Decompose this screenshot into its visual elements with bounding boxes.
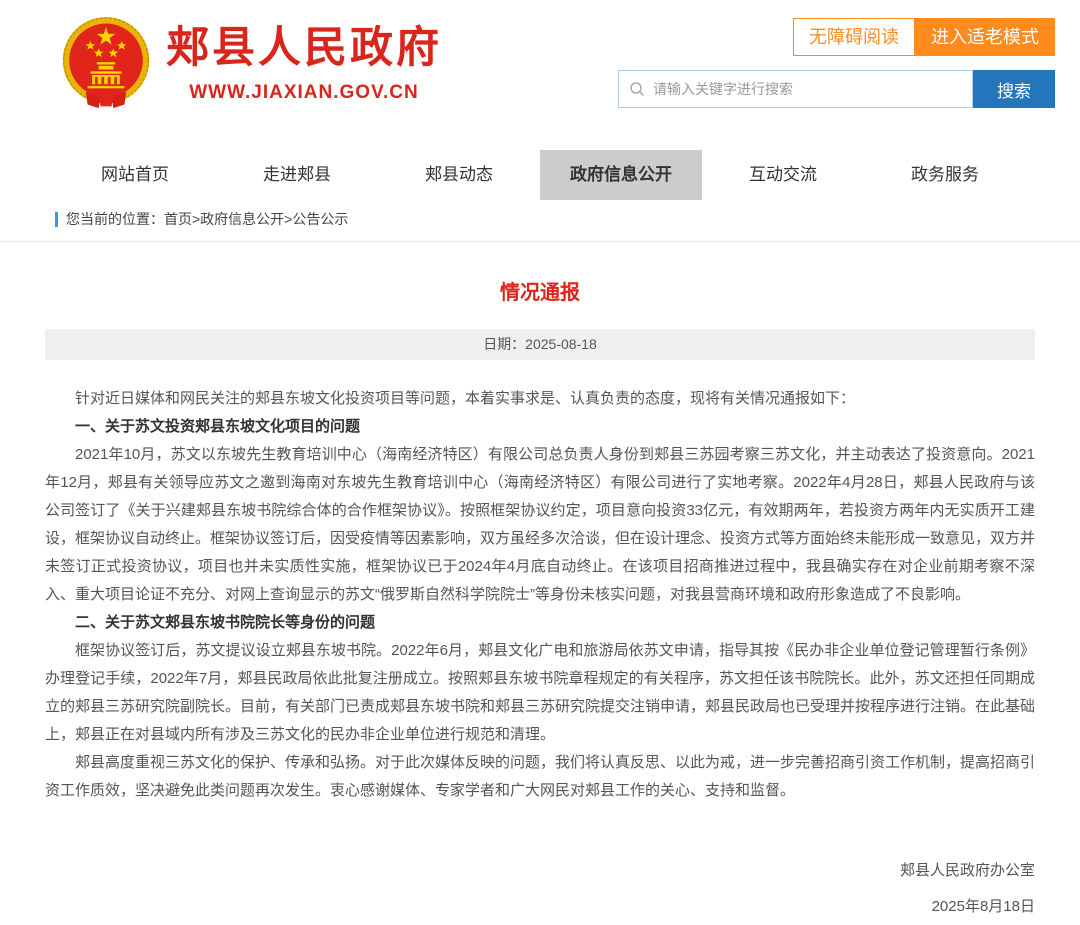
nav-item-3[interactable]: 政府信息公开 xyxy=(540,150,702,200)
nav-item-2[interactable]: 郏县动态 xyxy=(378,150,540,200)
breadcrumb: 您当前的位置：首页>政府信息公开>公告公示 xyxy=(55,209,1080,229)
signature-line: 2025年8月18日 xyxy=(45,889,1035,925)
main-nav: 网站首页走进郏县郏县动态政府信息公开互动交流政务服务 xyxy=(0,150,1080,200)
section-heading: 一、关于苏文投资郏县东坡文化项目的问题 xyxy=(45,413,1035,441)
section-divider xyxy=(0,241,1080,242)
nav-item-5[interactable]: 政务服务 xyxy=(864,150,1026,200)
nav-item-4[interactable]: 互动交流 xyxy=(702,150,864,200)
article: 情况通报 日期：2025-08-18 针对近日媒体和网民关注的郏县东坡文化投资项… xyxy=(0,276,1080,925)
article-body: 针对近日媒体和网民关注的郏县东坡文化投资项目等问题，本着实事求是、认真负责的态度… xyxy=(45,385,1035,805)
search-box xyxy=(618,70,973,108)
site-header: 郏县人民政府 WWW.JIAXIAN.GOV.CN 无障碍阅读 进入适老模式 搜… xyxy=(0,0,1080,128)
signature: 郏县人民政府办公室2025年8月18日 xyxy=(45,853,1035,925)
nav-item-1[interactable]: 走进郏县 xyxy=(216,150,378,200)
search-input[interactable] xyxy=(653,81,962,97)
elder-mode-button[interactable]: 进入适老模式 xyxy=(915,18,1055,56)
accessibility-reading-button[interactable]: 无障碍阅读 xyxy=(793,18,915,56)
article-date: 日期：2025-08-18 xyxy=(45,329,1035,360)
site-url: WWW.JIAXIAN.GOV.CN xyxy=(189,82,418,104)
paragraph: 框架协议签订后，苏文提议设立郏县东坡书院。2022年6月，郏县文化广电和旅游局依… xyxy=(45,637,1035,749)
article-title: 情况通报 xyxy=(45,276,1035,305)
signature-line: 郏县人民政府办公室 xyxy=(45,853,1035,889)
paragraph: 2021年10月，苏文以东坡先生教育培训中心（海南经济特区）有限公司总负责人身份… xyxy=(45,441,1035,609)
nav-item-0[interactable]: 网站首页 xyxy=(54,150,216,200)
section-heading: 二、关于苏文郏县东坡书院院长等身份的问题 xyxy=(45,609,1035,637)
paragraph: 针对近日媒体和网民关注的郏县东坡文化投资项目等问题，本着实事求是、认真负责的态度… xyxy=(45,385,1035,413)
search-icon xyxy=(629,81,645,97)
search-button[interactable]: 搜索 xyxy=(973,70,1055,108)
header-right: 无障碍阅读 进入适老模式 搜索 xyxy=(618,14,1055,108)
site-title: 郏县人民政府 xyxy=(166,24,442,73)
site-logo[interactable]: 郏县人民政府 WWW.JIAXIAN.GOV.CN xyxy=(60,14,442,114)
mode-buttons: 无障碍阅读 进入适老模式 xyxy=(793,18,1055,56)
site-logo-text: 郏县人民政府 WWW.JIAXIAN.GOV.CN xyxy=(166,24,442,103)
breadcrumb-text[interactable]: 您当前的位置：首页>政府信息公开>公告公示 xyxy=(66,209,348,229)
search-bar: 搜索 xyxy=(618,70,1055,108)
breadcrumb-marker xyxy=(55,212,58,227)
paragraph: 郏县高度重视三苏文化的保护、传承和弘扬。对于此次媒体反映的问题，我们将认真反思、… xyxy=(45,749,1035,805)
national-emblem-icon xyxy=(60,14,152,114)
